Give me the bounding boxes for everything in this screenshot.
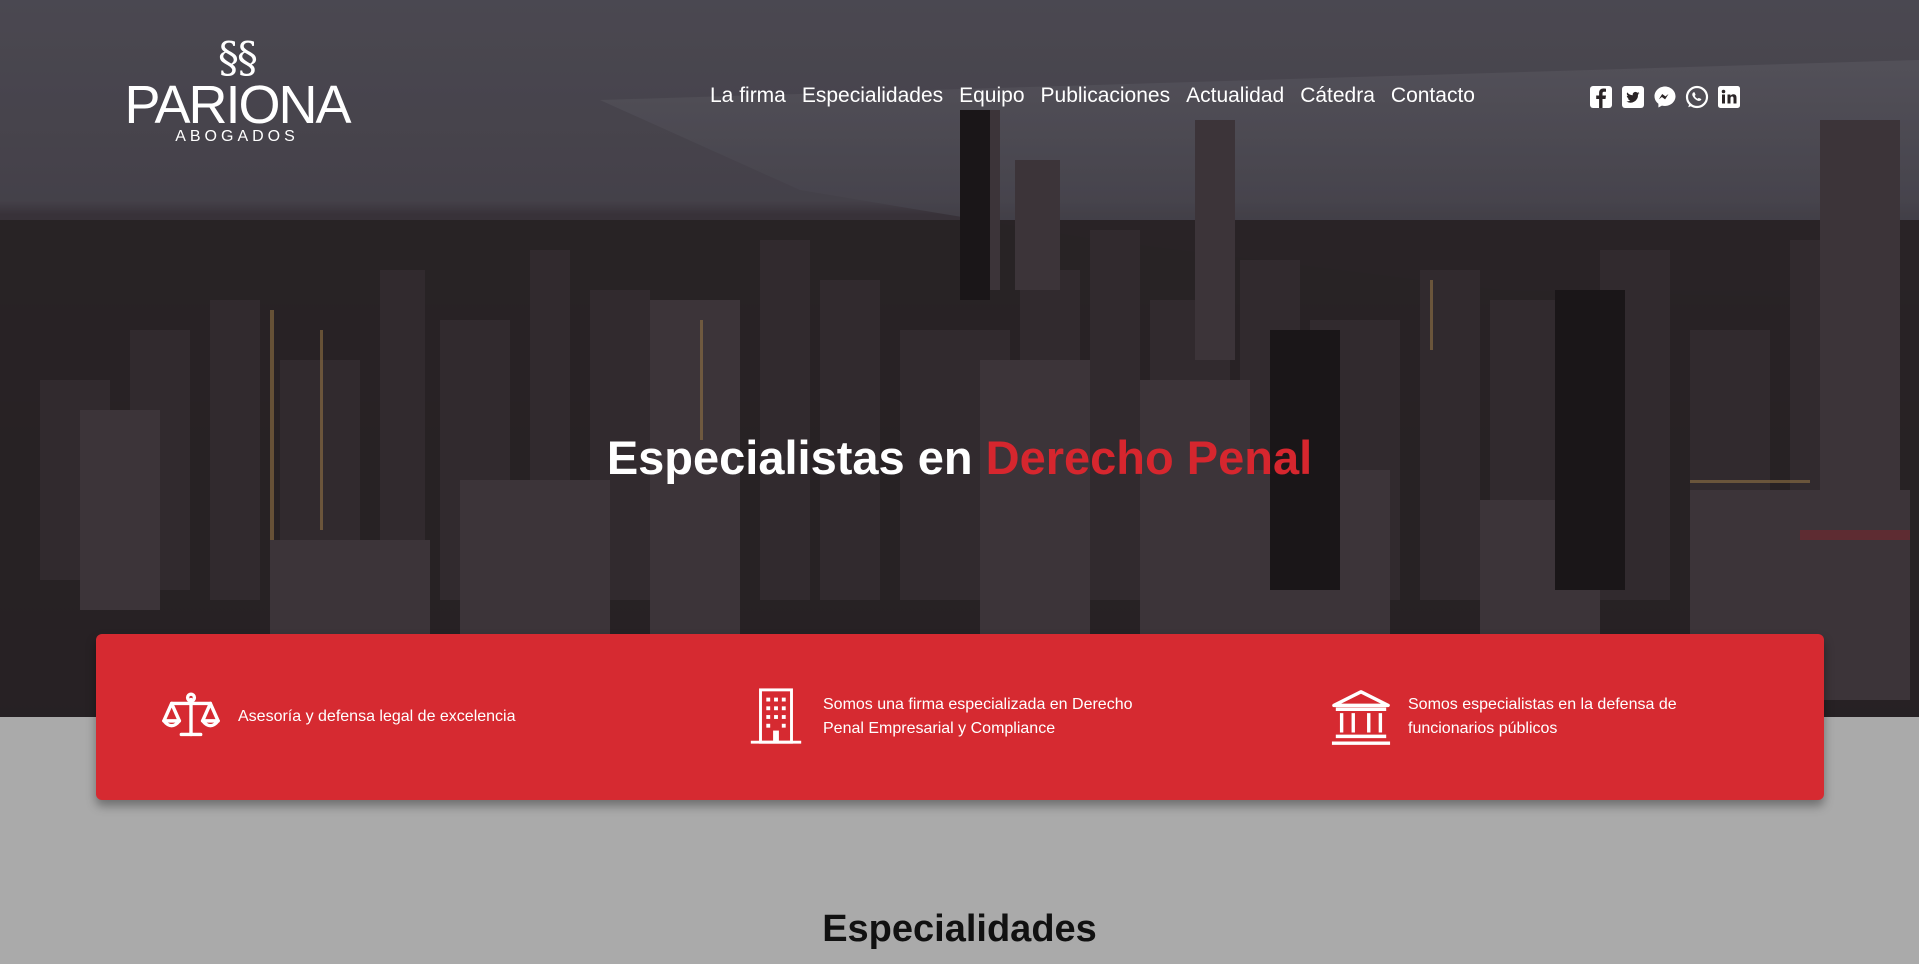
- headline-accent: Derecho Penal: [985, 431, 1313, 484]
- nav-item-contacto[interactable]: Contacto: [1391, 84, 1475, 108]
- hero-headline: Especialistas en Derecho Penal: [0, 430, 1919, 485]
- feature-text: Asesoría y defensa legal de excelencia: [238, 708, 516, 725]
- social-links: [1589, 85, 1741, 109]
- scales-icon: [162, 692, 220, 737]
- building-icon: [750, 688, 802, 744]
- twitter-icon[interactable]: [1621, 85, 1645, 109]
- hero-banner: §§ PARIONA ABOGADOS La firma Especialida…: [0, 0, 1919, 717]
- nav-item-actualidad[interactable]: Actualidad: [1186, 84, 1284, 108]
- headline-main: Especialistas en: [606, 431, 986, 484]
- nav-item-equipo[interactable]: Equipo: [959, 84, 1024, 108]
- brand-logo[interactable]: §§ PARIONA ABOGADOS: [124, 34, 351, 160]
- feature-text: Somos una firma especializada en Derecho…: [823, 696, 1133, 737]
- feature-item-public-officials: Somos especialistas en la defensa de fun…: [1330, 634, 1738, 800]
- nav-item-especialidades[interactable]: Especialidades: [802, 84, 943, 108]
- whatsapp-icon[interactable]: [1685, 85, 1709, 109]
- feature-item-advisory: Asesoría y defensa legal de excelencia: [160, 634, 568, 800]
- messenger-icon[interactable]: [1653, 85, 1677, 109]
- features-band: Asesoría y defensa legal de excelencia S…: [96, 634, 1824, 800]
- courthouse-icon: [1331, 690, 1391, 745]
- section-title-especialidades: Especialidades: [822, 908, 1097, 950]
- nav-item-publicaciones[interactable]: Publicaciones: [1041, 84, 1171, 108]
- main-nav: La firma Especialidades Equipo Publicaci…: [710, 84, 1475, 108]
- logo-name: PARIONA: [124, 75, 351, 135]
- nav-item-la-firma[interactable]: La firma: [710, 84, 786, 108]
- feature-item-corporate: Somos una firma especializada en Derecho…: [745, 634, 1153, 800]
- feature-text: Somos especialistas en la defensa de fun…: [1408, 696, 1677, 737]
- nav-item-catedra[interactable]: Cátedra: [1300, 84, 1375, 108]
- facebook-icon[interactable]: [1589, 85, 1613, 109]
- linkedin-icon[interactable]: [1717, 85, 1741, 109]
